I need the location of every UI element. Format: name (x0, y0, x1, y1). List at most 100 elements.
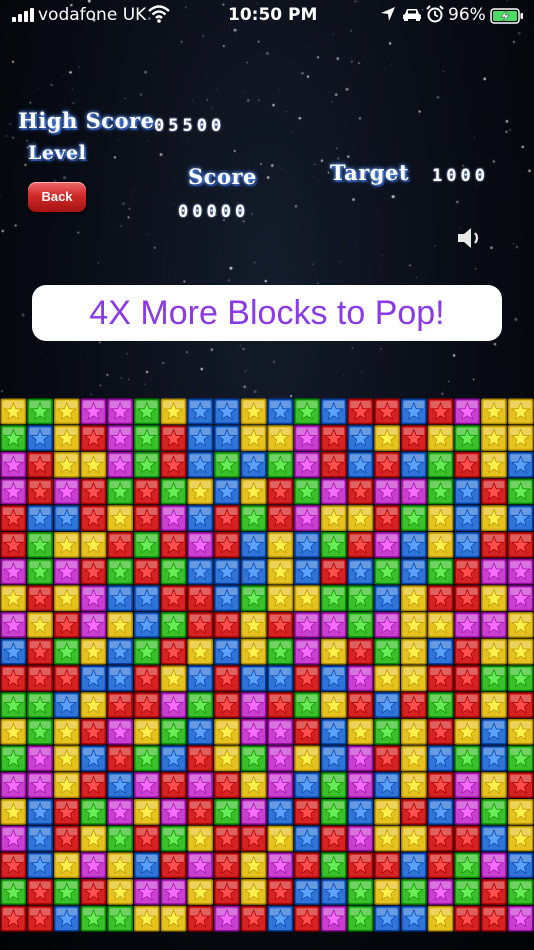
star-block-green[interactable] (481, 799, 507, 825)
star-block-green[interactable] (160, 718, 187, 745)
star-block-red[interactable] (187, 905, 214, 932)
star-block-red[interactable] (187, 585, 214, 612)
star-block-magenta[interactable] (320, 612, 347, 638)
star-block-yellow[interactable] (267, 425, 294, 451)
star-block-magenta[interactable] (160, 505, 187, 531)
star-block-yellow[interactable] (107, 879, 133, 905)
star-block-red[interactable] (454, 558, 481, 585)
star-block-yellow[interactable] (374, 665, 400, 692)
back-button[interactable]: Back (28, 182, 86, 212)
star-block-green[interactable] (320, 799, 347, 825)
star-block-yellow[interactable] (401, 665, 427, 692)
star-block-red[interactable] (80, 478, 107, 505)
star-block-green[interactable] (374, 718, 400, 745)
star-block-yellow[interactable] (374, 799, 400, 825)
star-block-blue[interactable] (320, 718, 347, 745)
star-block-red[interactable] (454, 585, 481, 612)
star-block-magenta[interactable] (294, 425, 320, 451)
star-block-magenta[interactable] (374, 478, 400, 505)
star-block-red[interactable] (27, 585, 53, 612)
star-block-magenta[interactable] (187, 852, 214, 879)
star-block-yellow[interactable] (347, 505, 374, 531)
star-block-yellow[interactable] (240, 425, 267, 451)
star-block-yellow[interactable] (80, 692, 107, 718)
star-block-red[interactable] (214, 505, 240, 531)
star-block-green[interactable] (80, 799, 107, 825)
star-block-red[interactable] (53, 665, 80, 692)
star-block-magenta[interactable] (267, 852, 294, 879)
star-block-green[interactable] (240, 585, 267, 612)
star-block-blue[interactable] (27, 425, 53, 451)
star-block-red[interactable] (267, 505, 294, 531)
star-block-green[interactable] (27, 692, 53, 718)
star-block-red[interactable] (134, 825, 160, 852)
star-block-green[interactable] (294, 398, 320, 425)
star-block-yellow[interactable] (481, 692, 507, 718)
star-block-red[interactable] (160, 532, 187, 558)
star-block-yellow[interactable] (240, 772, 267, 798)
star-block-magenta[interactable] (80, 612, 107, 638)
star-block-blue[interactable] (507, 852, 534, 879)
star-block-magenta[interactable] (294, 505, 320, 531)
star-block-yellow[interactable] (507, 799, 534, 825)
star-block-magenta[interactable] (347, 665, 374, 692)
star-block-yellow[interactable] (427, 905, 454, 932)
star-block-yellow[interactable] (401, 612, 427, 638)
star-block-red[interactable] (454, 825, 481, 852)
star-block-yellow[interactable] (320, 505, 347, 531)
star-block-green[interactable] (294, 692, 320, 718)
star-block-magenta[interactable] (294, 638, 320, 665)
star-block-red[interactable] (27, 451, 53, 478)
star-block-red[interactable] (454, 665, 481, 692)
star-block-yellow[interactable] (0, 799, 27, 825)
star-block-green[interactable] (347, 612, 374, 638)
star-block-magenta[interactable] (347, 772, 374, 798)
star-block-magenta[interactable] (80, 398, 107, 425)
star-block-red[interactable] (401, 692, 427, 718)
star-block-green[interactable] (454, 879, 481, 905)
star-block-blue[interactable] (187, 425, 214, 451)
star-block-yellow[interactable] (53, 425, 80, 451)
star-block-magenta[interactable] (160, 879, 187, 905)
star-block-red[interactable] (267, 692, 294, 718)
star-block-yellow[interactable] (240, 879, 267, 905)
star-block-red[interactable] (80, 718, 107, 745)
star-block-blue[interactable] (320, 879, 347, 905)
star-block-magenta[interactable] (401, 478, 427, 505)
star-block-blue[interactable] (160, 745, 187, 772)
star-block-yellow[interactable] (240, 398, 267, 425)
star-block-yellow[interactable] (187, 638, 214, 665)
star-block-red[interactable] (347, 478, 374, 505)
star-block-green[interactable] (454, 425, 481, 451)
star-block-blue[interactable] (347, 799, 374, 825)
star-block-blue[interactable] (320, 745, 347, 772)
star-block-red[interactable] (347, 692, 374, 718)
star-block-yellow[interactable] (53, 852, 80, 879)
star-block-green[interactable] (0, 425, 27, 451)
star-block-red[interactable] (0, 665, 27, 692)
star-block-red[interactable] (187, 799, 214, 825)
star-block-green[interactable] (160, 558, 187, 585)
star-block-magenta[interactable] (267, 718, 294, 745)
star-block-blue[interactable] (53, 505, 80, 531)
star-block-blue[interactable] (267, 905, 294, 932)
star-block-red[interactable] (160, 425, 187, 451)
star-block-red[interactable] (481, 478, 507, 505)
star-block-blue[interactable] (214, 585, 240, 612)
star-block-yellow[interactable] (160, 665, 187, 692)
star-block-red[interactable] (160, 585, 187, 612)
star-block-yellow[interactable] (320, 692, 347, 718)
star-block-magenta[interactable] (427, 879, 454, 905)
star-block-green[interactable] (454, 745, 481, 772)
star-block-magenta[interactable] (0, 451, 27, 478)
star-block-blue[interactable] (27, 852, 53, 879)
star-block-blue[interactable] (187, 558, 214, 585)
star-block-red[interactable] (374, 852, 400, 879)
star-block-green[interactable] (0, 879, 27, 905)
star-block-magenta[interactable] (0, 558, 27, 585)
star-block-red[interactable] (427, 665, 454, 692)
star-block-red[interactable] (427, 852, 454, 879)
star-block-magenta[interactable] (240, 718, 267, 745)
star-block-yellow[interactable] (507, 398, 534, 425)
star-block-green[interactable] (427, 558, 454, 585)
